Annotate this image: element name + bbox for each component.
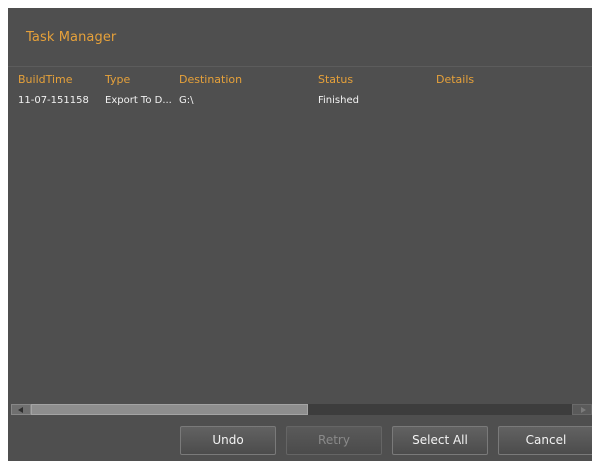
task-list: BuildTime Type Destination Status Detail… <box>8 67 592 401</box>
horizontal-scrollbar[interactable] <box>11 404 592 415</box>
cancel-button[interactable]: Cancel <box>498 426 592 455</box>
scrollbar-thumb[interactable] <box>31 404 308 415</box>
undo-button[interactable]: Undo <box>180 426 276 455</box>
column-header-destination[interactable]: Destination <box>179 73 242 86</box>
column-header-details[interactable]: Details <box>436 73 474 86</box>
arrow-left-icon <box>18 407 23 413</box>
select-all-button[interactable]: Select All <box>392 426 488 455</box>
cell-type: Export To D... <box>105 95 172 106</box>
retry-button[interactable]: Retry <box>286 426 382 455</box>
scroll-right-button[interactable] <box>572 404 592 415</box>
cell-buildtime: 11-07-151158 <box>18 95 89 106</box>
cell-status: Finished <box>318 95 359 106</box>
column-header-type[interactable]: Type <box>105 73 130 86</box>
arrow-right-icon <box>581 407 586 413</box>
title-bar: Task Manager <box>8 8 592 67</box>
task-manager-dialog: Task Manager BuildTime Type Destination … <box>8 8 592 461</box>
scroll-left-button[interactable] <box>11 404 31 415</box>
button-bar: Undo Retry Select All Cancel <box>8 416 592 461</box>
column-header-buildtime[interactable]: BuildTime <box>18 73 73 86</box>
column-header-status[interactable]: Status <box>318 73 353 86</box>
cell-destination: G:\ <box>179 95 194 106</box>
dialog-title: Task Manager <box>26 30 117 45</box>
